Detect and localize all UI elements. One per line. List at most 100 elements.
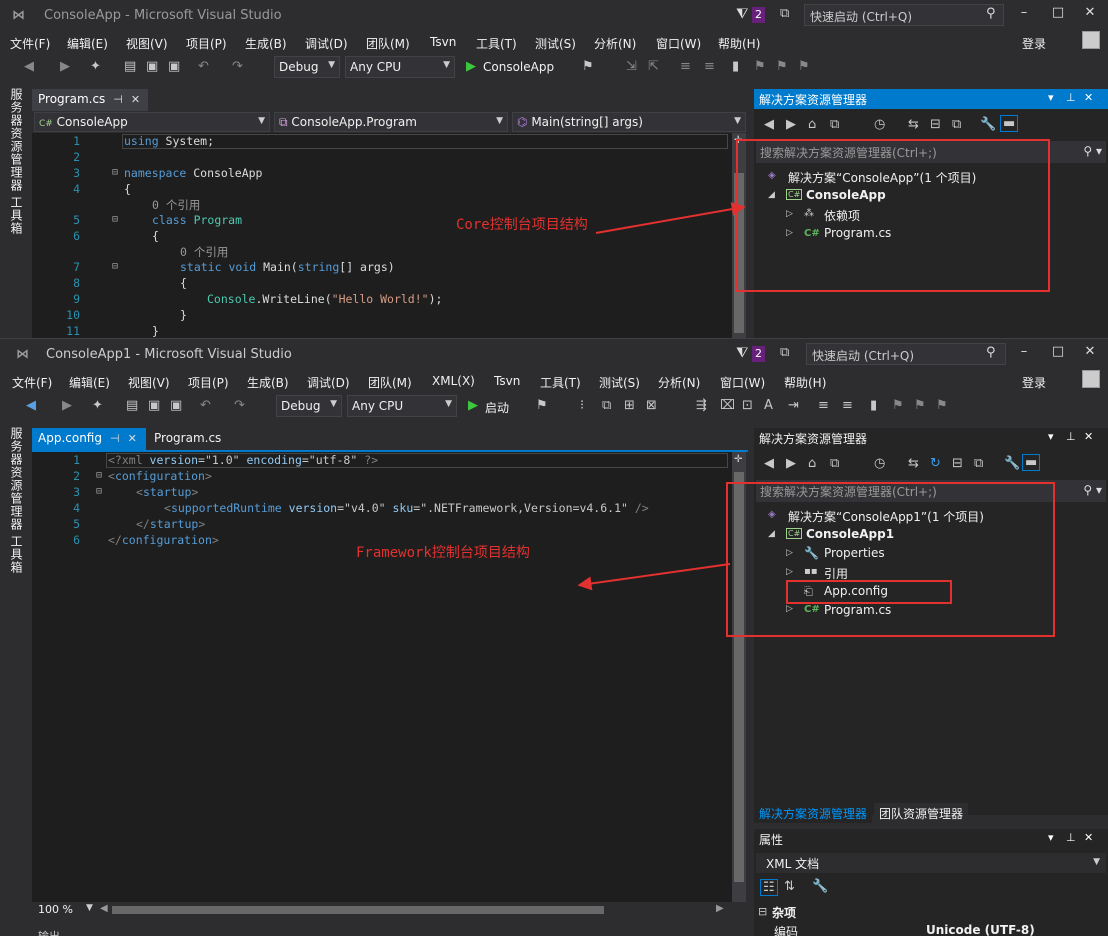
pending-changes-icon[interactable]: ◷ <box>874 456 885 471</box>
uncomment-icon[interactable]: ≡ <box>704 59 715 74</box>
menu-tools[interactable]: 工具(T) <box>476 35 517 52</box>
collapse-all-icon[interactable]: ⊟ <box>930 117 941 132</box>
horizontal-scrollbar-thumb[interactable] <box>112 906 604 914</box>
refresh-icon[interactable]: ↻ <box>930 456 941 471</box>
property-value-encoding[interactable]: Unicode (UTF-8) <box>926 923 1035 936</box>
split-icon[interactable]: ✛ <box>734 454 742 465</box>
dropdown-icon[interactable]: ▾ <box>1048 430 1054 443</box>
menu-build[interactable]: 生成(B) <box>245 35 287 52</box>
start-debugging-button[interactable]: 启动 <box>485 399 509 416</box>
menu-window[interactable]: 窗口(W) <box>720 374 765 391</box>
step-icon[interactable]: ⇲ <box>626 59 637 74</box>
save-icon[interactable]: ▣ <box>146 59 158 74</box>
save-all-icon[interactable]: ▣ <box>168 59 180 74</box>
close-icon[interactable]: ✕ <box>1084 430 1093 443</box>
menu-analyze[interactable]: 分析(N) <box>594 35 636 52</box>
undo-icon[interactable]: ↶ <box>200 398 211 413</box>
menu-file[interactable]: 文件(F) <box>10 35 50 52</box>
code-editor[interactable]: 1 2 3 4 5 6 7 8 9 10 11 ⊟ ⊟ ⊟ using Syst… <box>32 133 732 338</box>
new-project-icon[interactable]: ✦ <box>92 398 103 413</box>
menu-team[interactable]: 团队(M) <box>368 374 412 391</box>
xml-editor[interactable]: 1 2 3 4 5 6 ⊟ ⊟ <?xml version="1.0" enco… <box>32 452 732 902</box>
clear-bookmarks-icon[interactable]: ⚑ <box>936 398 948 413</box>
notification-flag-icon[interactable]: ⧨ <box>736 345 749 361</box>
codelens-references[interactable]: 0 个引用 <box>180 244 228 260</box>
back-icon[interactable]: ◀ <box>26 398 36 413</box>
prev-bookmark-icon[interactable]: ⚑ <box>892 398 904 413</box>
xml-validate-icon[interactable]: ⊡ <box>742 398 753 413</box>
tab-program-cs[interactable]: Program.cs ⊣ ✕ <box>32 89 148 111</box>
next-bookmark-icon[interactable]: ⚑ <box>776 59 788 74</box>
feedback-icon[interactable]: ⧉ <box>780 345 789 360</box>
alphabetical-icon[interactable]: ⇅ <box>784 879 795 894</box>
menu-debug[interactable]: 调试(D) <box>307 374 350 391</box>
start-debugging-icon[interactable]: ▶ <box>468 398 478 413</box>
menu-xml[interactable]: XML(X) <box>432 374 475 388</box>
menu-debug[interactable]: 调试(D) <box>305 35 348 52</box>
maximize-button[interactable]: □ <box>1048 5 1068 20</box>
back-icon[interactable]: ◀ <box>764 456 774 471</box>
close-icon[interactable]: ✕ <box>1084 91 1093 104</box>
browser-link-icon[interactable]: ⚑ <box>582 59 594 74</box>
chevron-down-icon[interactable]: ▼ <box>86 903 93 913</box>
close-button[interactable]: ✕ <box>1080 344 1100 359</box>
configuration-select[interactable]: Debug ▼ <box>274 56 340 78</box>
menu-test[interactable]: 测试(S) <box>535 35 576 52</box>
dropdown-icon[interactable]: ▾ <box>1048 91 1054 104</box>
server-explorer-tab[interactable]: 服务器资源管理器 <box>8 88 25 192</box>
preview-selected-icon[interactable]: ▬ <box>1022 454 1041 471</box>
pin-icon[interactable]: ⊥ <box>1066 831 1076 844</box>
menu-file[interactable]: 文件(F) <box>12 374 52 391</box>
collapse-icon[interactable]: ⊟ <box>758 905 767 918</box>
platform-select[interactable]: Any CPU ▼ <box>345 56 455 78</box>
quick-launch-input[interactable]: 快速启动 (Ctrl+Q) <box>806 343 1006 365</box>
bookmark-icon[interactable]: ▮ <box>732 59 739 74</box>
output-panel-label[interactable]: 输出 <box>38 928 60 936</box>
xml-view-icon[interactable]: ⌧ <box>720 398 735 413</box>
pin-icon[interactable]: ⊥ <box>1066 91 1076 104</box>
type-nav-select[interactable]: ⧉ ConsoleApp.Program ▼ <box>274 112 508 132</box>
pin-icon[interactable]: ⊣ <box>113 93 123 106</box>
property-pages-icon[interactable]: 🔧 <box>812 879 828 894</box>
dropdown-icon[interactable]: ▾ <box>1048 831 1054 844</box>
collapse-icon[interactable]: ⊟ <box>112 261 118 272</box>
menu-help[interactable]: 帮助(H) <box>784 374 826 391</box>
back-icon[interactable]: ◀ <box>764 117 774 132</box>
clear-bookmarks-icon[interactable]: ⚑ <box>798 59 810 74</box>
undo-icon[interactable]: ↶ <box>198 59 209 74</box>
start-debugging-icon[interactable]: ▶ <box>466 59 476 74</box>
menu-team[interactable]: 团队(M) <box>366 35 410 52</box>
notification-count[interactable]: 2 <box>752 7 765 23</box>
menu-project[interactable]: 项目(P) <box>188 374 229 391</box>
tab-team-explorer[interactable]: 团队资源管理器 <box>874 803 969 823</box>
back-icon[interactable]: ◀ <box>24 59 34 74</box>
forward-icon[interactable]: ▶ <box>786 456 796 471</box>
properties-wrench-icon[interactable]: 🔧 <box>1004 456 1020 471</box>
font-icon[interactable]: A <box>764 398 773 413</box>
sign-in-link[interactable]: 登录 <box>1022 35 1046 52</box>
browser-link-icon[interactable]: ⚑ <box>536 398 548 413</box>
xml-tree-icon[interactable]: ⧉ <box>602 398 611 413</box>
platform-select[interactable]: Any CPU ▼ <box>347 395 457 417</box>
xml-schema-icon[interactable]: ⁝ <box>580 398 584 413</box>
feedback-icon[interactable]: ⧉ <box>780 6 789 21</box>
show-all-files-icon[interactable]: ⧉ <box>974 456 983 471</box>
search-icon[interactable]: ⚲ <box>986 6 996 21</box>
member-nav-select[interactable]: ⌬ Main(string[] args) ▼ <box>512 112 746 132</box>
categorized-icon[interactable]: ☷ <box>760 879 778 896</box>
scroll-right-icon[interactable]: ▶ <box>716 903 724 914</box>
pin-icon[interactable]: ⊣ <box>110 432 120 445</box>
properties-wrench-icon[interactable]: 🔧 <box>980 117 996 132</box>
collapse-all-icon[interactable]: ⊟ <box>952 456 963 471</box>
uncomment-icon[interactable]: ≡ <box>842 398 853 413</box>
search-icon[interactable]: ⚲ <box>986 345 996 360</box>
indent-icon[interactable]: ⇥ <box>788 398 799 413</box>
collapse-icon[interactable]: ⊟ <box>112 214 118 225</box>
notification-count[interactable]: 2 <box>752 346 765 362</box>
switch-views-icon[interactable]: ⧉ <box>830 456 839 471</box>
zoom-select[interactable]: 100 % <box>38 903 73 916</box>
account-avatar[interactable] <box>1082 31 1100 49</box>
open-file-icon[interactable]: ▤ <box>126 398 138 413</box>
account-avatar[interactable] <box>1082 370 1100 388</box>
configuration-select[interactable]: Debug ▼ <box>276 395 342 417</box>
